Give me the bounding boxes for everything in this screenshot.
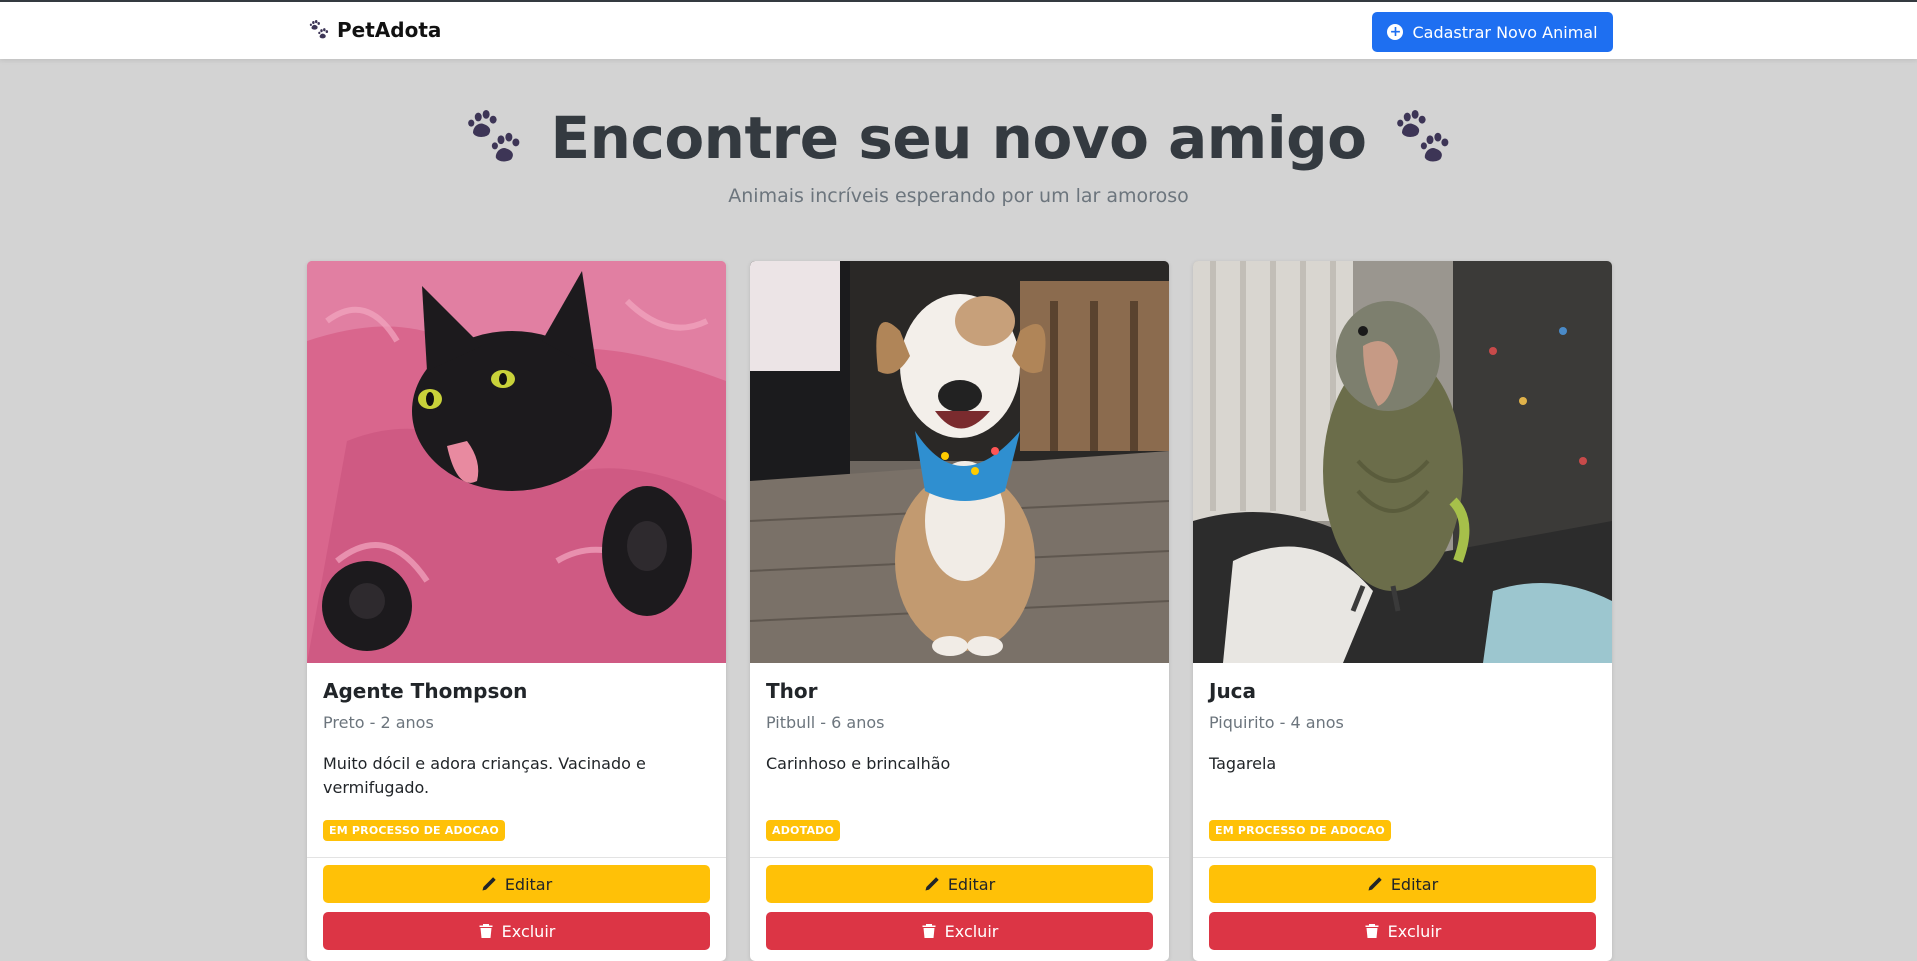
new-animal-label: Cadastrar Novo Animal (1412, 22, 1598, 42)
delete-label: Excluir (944, 921, 999, 941)
navbar: PetAdota + Cadastrar Novo Animal (0, 0, 1917, 59)
pencil-icon (925, 877, 939, 891)
animal-card: Juca Piquirito - 4 anos Tagarela EM PROC… (1193, 261, 1612, 961)
new-animal-button[interactable]: + Cadastrar Novo Animal (1372, 12, 1613, 52)
delete-label: Excluir (501, 921, 556, 941)
animal-photo (750, 261, 1169, 663)
edit-button[interactable]: Editar (323, 865, 710, 903)
animal-description: Muito dócil e adora crianças. Vacinado e… (323, 754, 646, 797)
edit-button[interactable]: Editar (1209, 865, 1596, 903)
animal-photo (307, 261, 726, 663)
paw-icon (465, 110, 523, 166)
animal-card: Agente Thompson Preto - 2 anos Muito dóc… (307, 261, 726, 961)
animal-card: Thor Pitbull - 6 anos Carinhoso e brinca… (750, 261, 1169, 961)
page-title: Encontre seu novo amigo (550, 104, 1367, 172)
status-badge: ADOTADO (766, 820, 841, 841)
pencil-icon (1368, 877, 1382, 891)
trash-icon (922, 924, 936, 938)
status-badge: EM PROCESSO DE ADOCAO (1209, 820, 1391, 841)
edit-label: Editar (504, 874, 553, 894)
edit-label: Editar (947, 874, 996, 894)
page-subtitle: Animais incríveis esperando por um lar a… (728, 185, 1189, 207)
brand-name: PetAdota (337, 18, 442, 42)
delete-label: Excluir (1387, 921, 1442, 941)
animal-description: Tagarela (1209, 754, 1277, 773)
animal-name: Agente Thompson (323, 679, 528, 703)
edit-label: Editar (1390, 874, 1439, 894)
paw-icon (1394, 110, 1452, 166)
card-divider (307, 857, 726, 858)
card-divider (750, 857, 1169, 858)
animal-description: Carinhoso e brincalhão (766, 754, 951, 773)
card-divider (1193, 857, 1612, 858)
edit-button[interactable]: Editar (766, 865, 1153, 903)
delete-button[interactable]: Excluir (1209, 912, 1596, 950)
paw-icon (309, 20, 329, 40)
animal-name: Juca (1209, 679, 1257, 703)
hero-heading: Encontre seu novo amigo (0, 104, 1917, 172)
animal-breed-age: Piquirito - 4 anos (1209, 713, 1344, 732)
brand-link[interactable]: PetAdota (309, 18, 441, 42)
delete-button[interactable]: Excluir (323, 912, 710, 950)
trash-icon (479, 924, 493, 938)
plus-circle-icon: + (1387, 24, 1404, 40)
pencil-icon (482, 877, 496, 891)
animal-breed-age: Pitbull - 6 anos (766, 713, 885, 732)
trash-icon (1365, 924, 1379, 938)
animal-photo (1193, 261, 1612, 663)
animal-name: Thor (766, 679, 818, 703)
animal-breed-age: Preto - 2 anos (323, 713, 434, 732)
delete-button[interactable]: Excluir (766, 912, 1153, 950)
status-badge: EM PROCESSO DE ADOCAO (323, 820, 505, 841)
